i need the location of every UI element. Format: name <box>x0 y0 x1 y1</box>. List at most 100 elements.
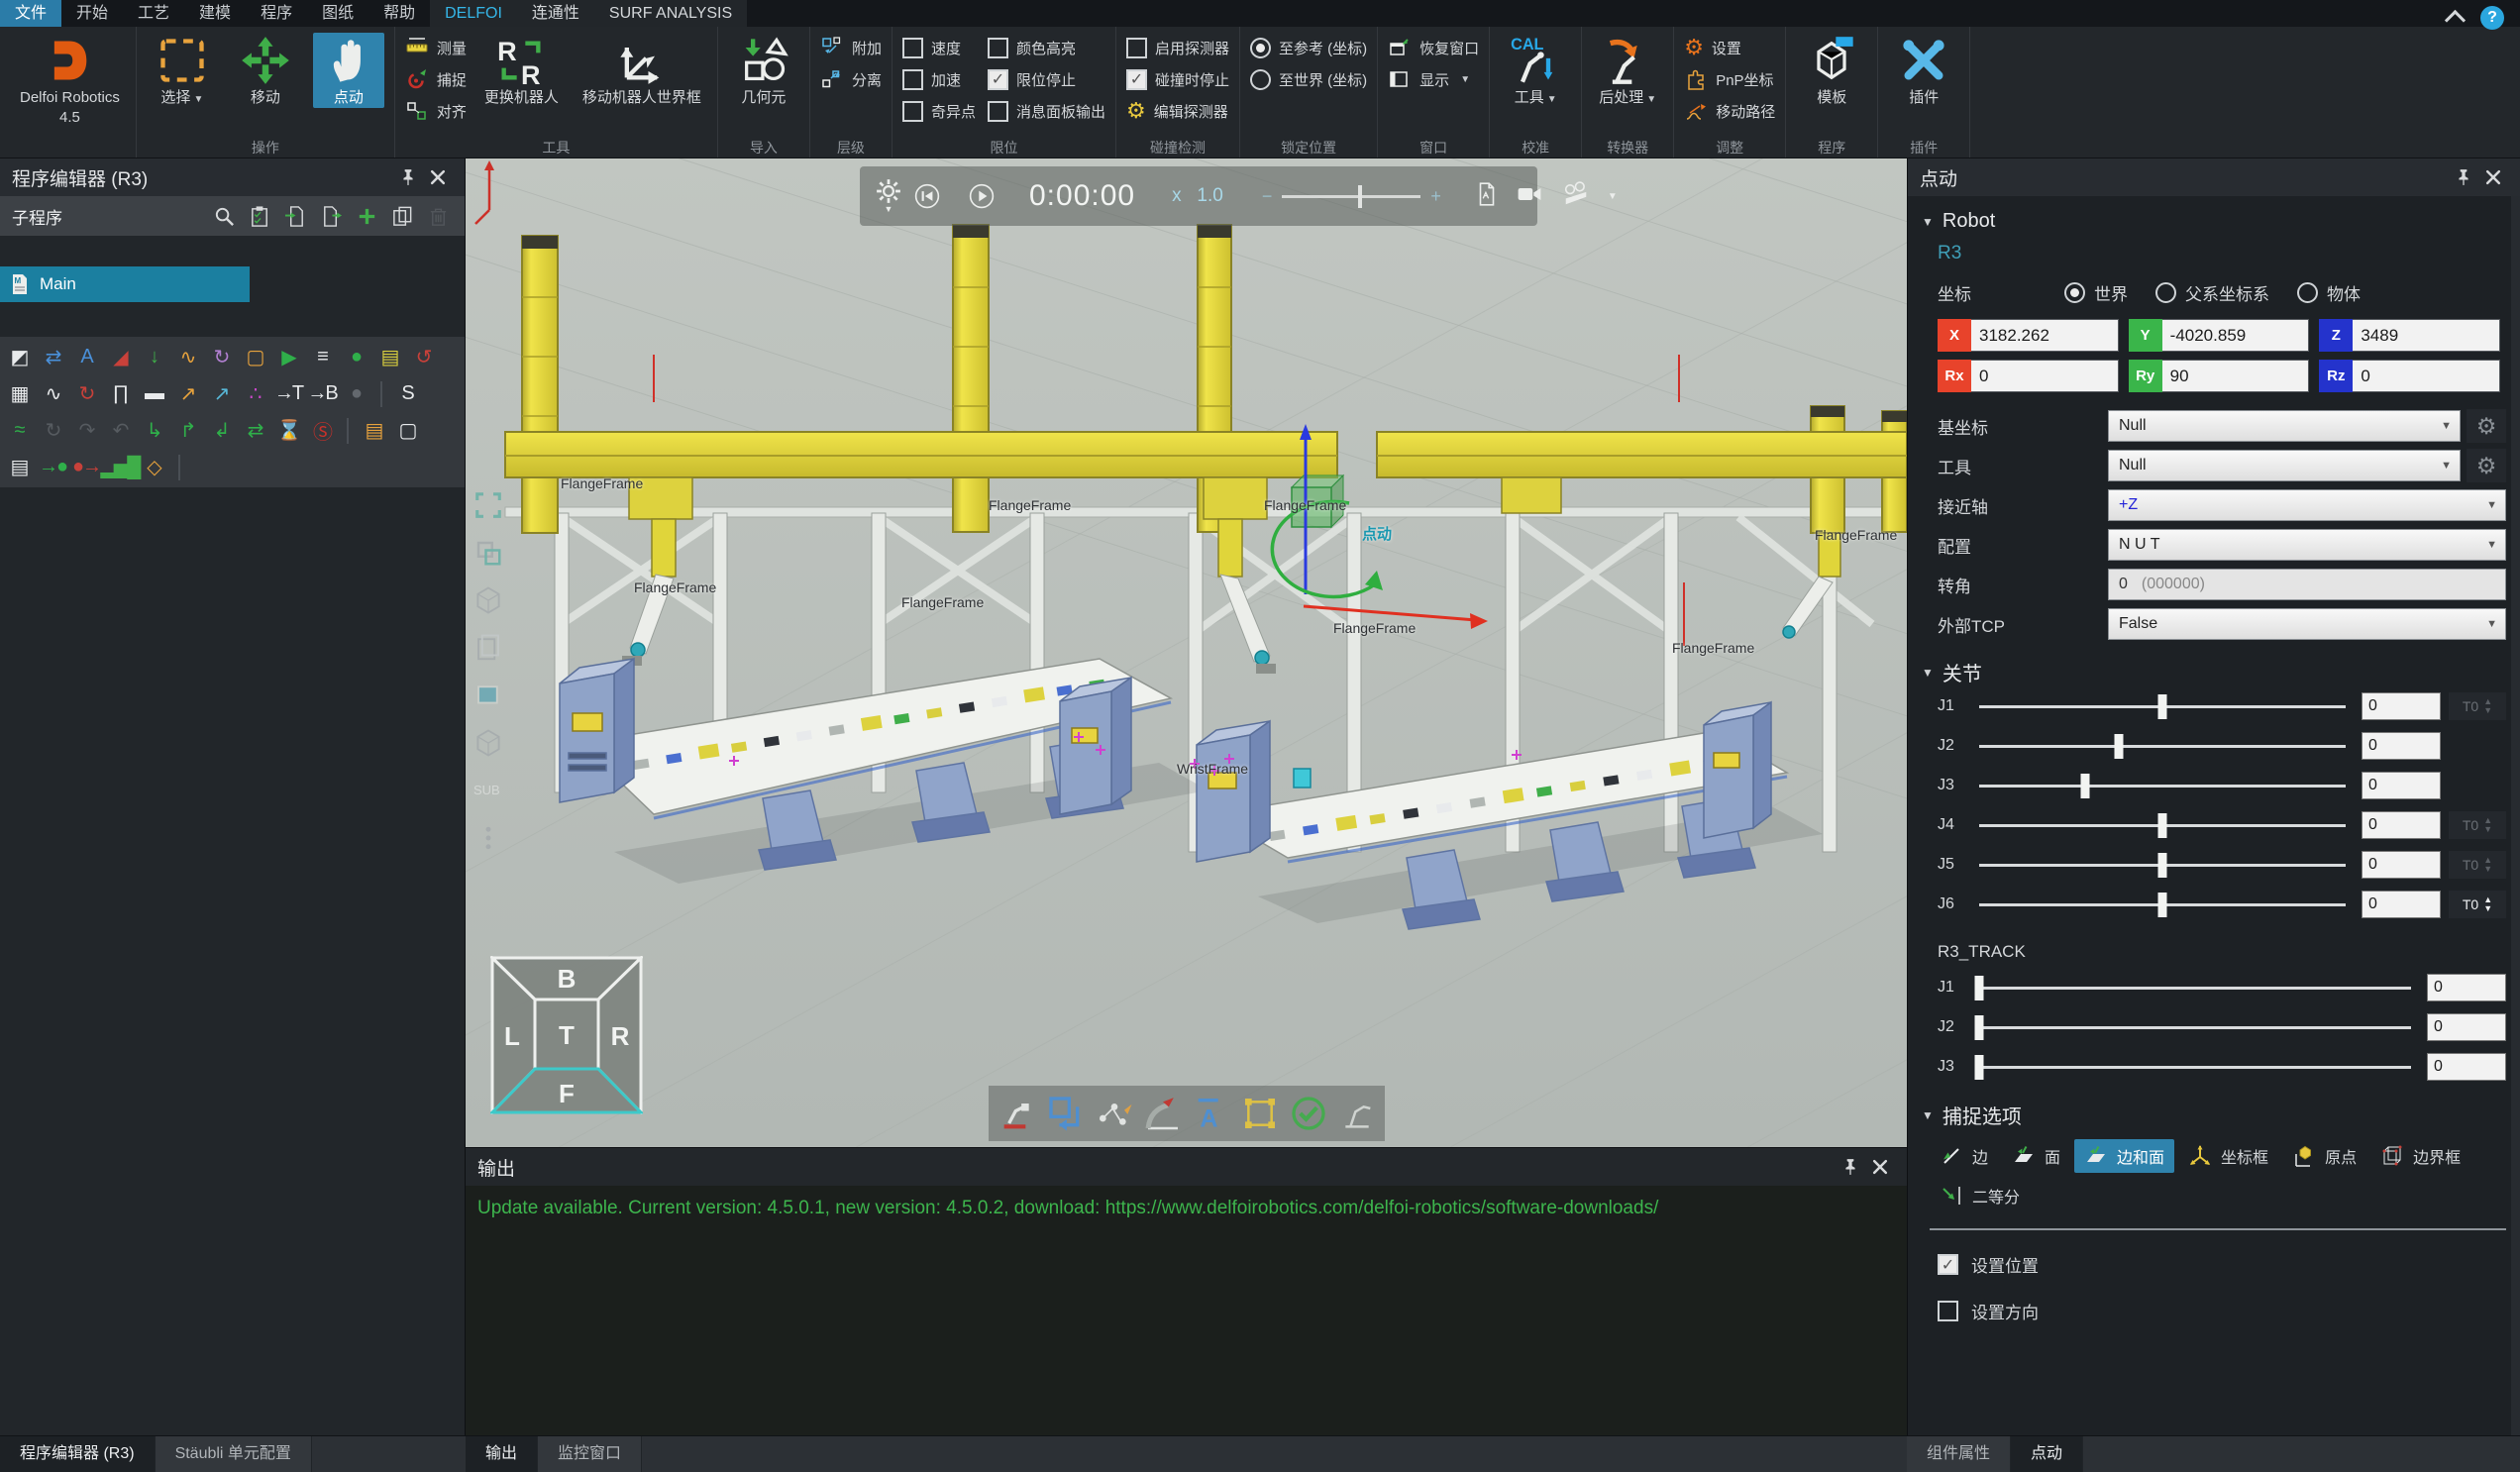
paste-program-icon[interactable]: ▤ <box>357 414 390 448</box>
labels-icon[interactable]: A <box>1192 1094 1231 1133</box>
doc-program-icon[interactable]: ▢ <box>390 414 424 448</box>
teach-icon[interactable] <box>998 1094 1037 1133</box>
pose-input-Z[interactable]: 3489 <box>2353 319 2500 352</box>
menu-item-9[interactable]: SURF ANALYSIS <box>594 0 747 27</box>
select-外部TCP[interactable]: False▼ <box>2108 608 2506 640</box>
limit-stop-checkbox[interactable]: ✓限位停止 <box>988 64 1105 94</box>
geometry-button[interactable]: 几何元 <box>728 33 799 108</box>
multi-point-icon[interactable]: ∴ <box>238 377 271 411</box>
validate-icon[interactable] <box>1289 1094 1328 1133</box>
insert-point-icon[interactable]: ↓ <box>137 341 170 374</box>
signal-doc-icon[interactable]: S <box>390 377 424 411</box>
edit-detector-button[interactable]: ⚙编辑探测器 <box>1126 96 1229 126</box>
print-icon[interactable]: ▤ <box>2 451 36 484</box>
track-joint-value-J3[interactable]: 0 <box>2427 1053 2506 1081</box>
search-subprogram-icon[interactable] <box>209 201 239 231</box>
expand-view-icon[interactable] <box>473 490 503 520</box>
to-reference-radio[interactable]: 至参考 (坐标) <box>1250 33 1367 62</box>
approach-target-icon[interactable]: ↗ <box>204 377 238 411</box>
speed-track[interactable] <box>1282 195 1420 198</box>
assembly-icon[interactable] <box>473 728 503 758</box>
bounds-icon[interactable]: ▢ <box>238 341 271 374</box>
windows-icon[interactable] <box>473 538 503 568</box>
move-button[interactable]: 移动 <box>230 33 301 108</box>
cycle-icon[interactable]: ↺ <box>406 341 440 374</box>
message-panel-checkbox[interactable]: 消息面板输出 <box>988 96 1105 126</box>
left-tab-0[interactable]: 程序编辑器 (R3) <box>0 1436 156 1472</box>
center-tab-0[interactable]: 输出 <box>466 1436 538 1472</box>
menu-item-3[interactable]: 建模 <box>184 0 246 27</box>
add-subprogram-icon[interactable] <box>352 201 381 231</box>
pnp-frame-button[interactable]: PnP坐标 <box>1684 64 1775 94</box>
settings-button[interactable]: ⚙设置 <box>1684 33 1775 62</box>
slider-handle[interactable] <box>1975 1055 1984 1080</box>
play-button[interactable] <box>969 175 1010 217</box>
path-points-icon[interactable]: ∿ <box>170 341 204 374</box>
track-joint-value-J2[interactable]: 0 <box>2427 1013 2506 1041</box>
scrollbar[interactable] <box>2511 196 2520 1435</box>
snap-option-4[interactable]: 原点 <box>2282 1139 2366 1173</box>
move-path-button[interactable]: 移动路径 <box>1684 96 1775 126</box>
swap-robot-button[interactable]: RR更换机器人 <box>478 33 565 108</box>
joint-slider-J4[interactable] <box>1979 824 2346 827</box>
snap-option-0[interactable]: 边 <box>1930 1139 1998 1173</box>
select-工具[interactable]: Null▼ <box>2108 450 2461 481</box>
close-icon[interactable] <box>423 162 453 192</box>
loop-back-icon[interactable]: ↲ <box>204 414 238 448</box>
station-icon[interactable] <box>1337 1094 1377 1133</box>
jog-button[interactable]: 点动 <box>313 33 384 108</box>
stop-icon[interactable]: Ⓢ <box>305 414 339 448</box>
slider-handle[interactable] <box>2114 734 2123 759</box>
pose-input-Y[interactable]: -4020.859 <box>2162 319 2310 352</box>
delfoi-logo-button[interactable]: Delfoi Robotics4.5 <box>14 33 126 128</box>
pose-input-Rz[interactable]: 0 <box>2353 360 2500 392</box>
linear-target-icon[interactable]: ↗ <box>170 377 204 411</box>
snap-option-1[interactable]: 面 <box>2002 1139 2070 1173</box>
menu-item-2[interactable]: 工艺 <box>123 0 184 27</box>
speed-minus-icon[interactable]: − <box>1262 186 1273 207</box>
move-robot-world-frame-button[interactable]: 移动机器人世界框 <box>577 33 707 108</box>
menu-item-5[interactable]: 图纸 <box>307 0 368 27</box>
to-world-radio[interactable]: 至世界 (坐标) <box>1250 64 1367 94</box>
right-tab-1[interactable]: 点动 <box>2011 1436 2083 1472</box>
annotate-icon[interactable]: A <box>69 341 103 374</box>
joint-slider-J2[interactable] <box>1979 745 2346 748</box>
tool-calibration-button[interactable]: CAL工具▼ <box>1500 33 1571 110</box>
subprogram-item-main[interactable]: M Main <box>0 266 250 302</box>
speed-handle[interactable] <box>1358 185 1362 208</box>
sub-label[interactable]: SUB <box>473 776 503 805</box>
joint-value-J3[interactable]: 0 <box>2362 772 2441 799</box>
playback-settings-button[interactable]: ▼ <box>876 178 901 214</box>
measure-button[interactable]: 测量 <box>405 33 467 62</box>
speed-slider[interactable]: − + <box>1262 186 1441 207</box>
snap-button[interactable]: 捕捉 <box>405 64 467 94</box>
pose-input-Rx[interactable]: 0 <box>1971 360 2119 392</box>
robot-section-header[interactable]: ▼ Robot <box>1922 210 2520 233</box>
menu-item-6[interactable]: 帮助 <box>368 0 430 27</box>
pin-icon[interactable] <box>1836 1152 1865 1182</box>
viewport-3d[interactable]: ▼ 0:00:00 x 1.0 − + ▼ SUB <box>466 158 1907 1147</box>
slider-handle[interactable] <box>2158 893 2167 917</box>
track-joint-slider-J2[interactable] <box>1979 1026 2411 1029</box>
base-target-icon[interactable]: →B <box>305 377 339 411</box>
snap-option-3[interactable]: 坐标框 <box>2178 1139 2278 1173</box>
bounds-tool-icon[interactable] <box>1240 1094 1280 1133</box>
plugins-button[interactable]: 插件 <box>1888 33 1959 108</box>
selection-box-icon[interactable] <box>473 681 503 710</box>
select-button[interactable]: 选择▼ <box>147 33 218 110</box>
more-dots-icon[interactable] <box>473 823 503 853</box>
coord-mode-2[interactable]: 物体 <box>2297 280 2361 305</box>
gear-icon[interactable]: ⚙ <box>2467 409 2506 443</box>
pin-icon[interactable] <box>2449 162 2478 192</box>
pose-input-Ry[interactable]: 90 <box>2162 360 2310 392</box>
speed-plus-icon[interactable]: + <box>1430 186 1441 207</box>
template-button[interactable]: 模板 <box>1796 33 1867 108</box>
menu-item-7[interactable]: DELFOI <box>430 0 517 27</box>
animation-icon[interactable] <box>1563 181 1595 211</box>
track-joint-value-J1[interactable]: 0 <box>2427 974 2506 1001</box>
path-icon[interactable] <box>1095 1094 1134 1133</box>
joint-value-J2[interactable]: 0 <box>2362 732 2441 760</box>
delete-subprogram-icon[interactable] <box>423 201 453 231</box>
joint-value-J6[interactable]: 0 <box>2362 891 2441 918</box>
play-route-icon[interactable]: ▶ <box>271 341 305 374</box>
